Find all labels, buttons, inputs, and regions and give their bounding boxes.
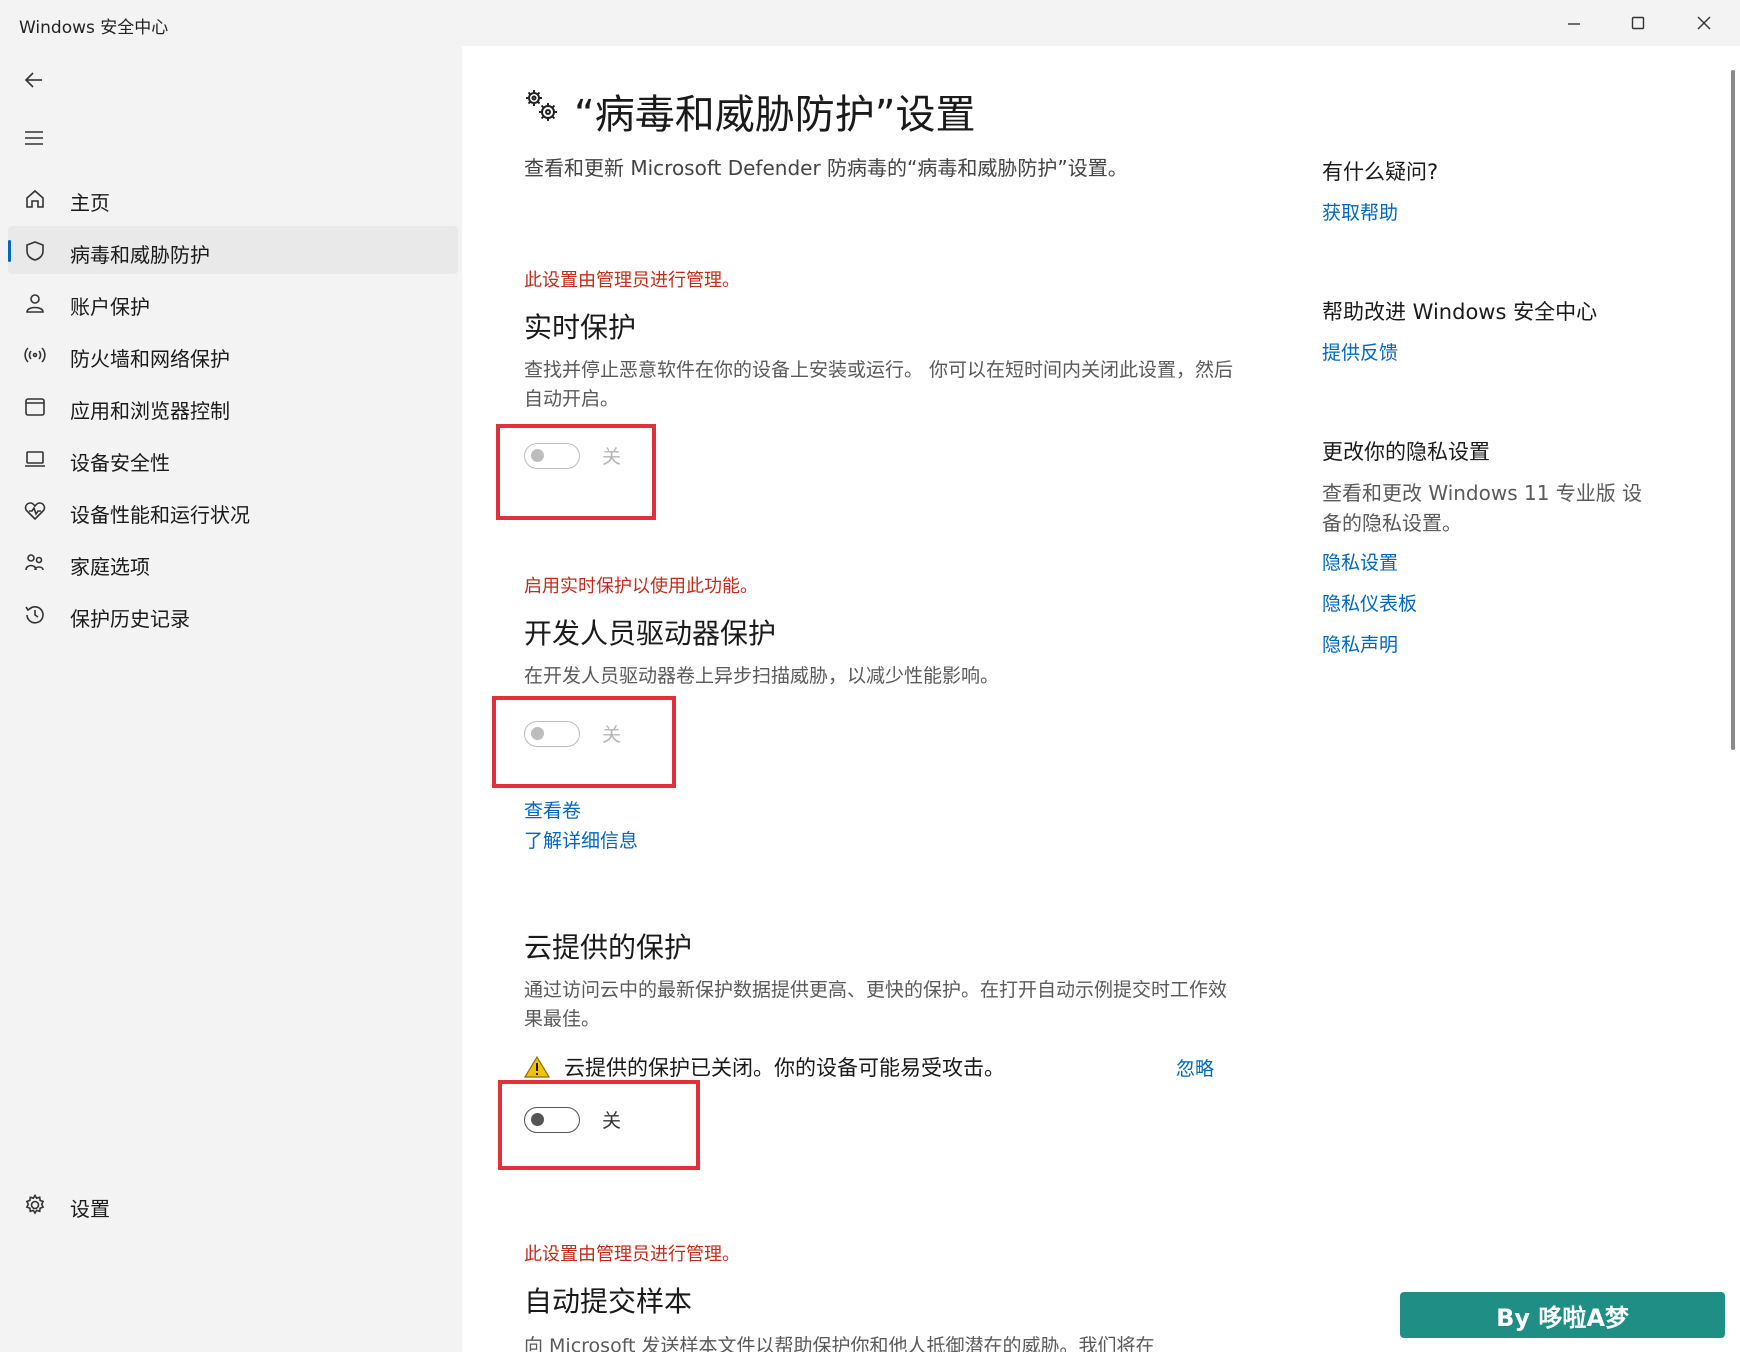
sidebar: 主页 病毒和威胁防护 账户保护 防火墙和网络保护 应用和浏览器控制 设备安全性 … bbox=[0, 46, 462, 1352]
heart-pulse-icon bbox=[22, 498, 48, 524]
view-volumes-link[interactable]: 查看卷 bbox=[524, 796, 581, 823]
section-title: 云提供的保护 bbox=[524, 931, 693, 964]
help-heading: 有什么疑问? bbox=[1322, 160, 1439, 184]
section-description: 在开发人员驱动器卷上异步扫描威胁，以减少性能影响。 bbox=[524, 665, 1000, 687]
sidebar-item-label: 应用和浏览器控制 bbox=[70, 399, 230, 423]
minimize-button[interactable] bbox=[1546, 6, 1602, 40]
sidebar-item-protection-history[interactable]: 保护历史记录 bbox=[8, 590, 458, 638]
sidebar-item-label: 主页 bbox=[70, 191, 110, 215]
shield-icon bbox=[22, 238, 48, 264]
sidebar-item-label: 设备安全性 bbox=[70, 451, 170, 475]
warning-text: 云提供的保护已关闭。你的设备可能易受攻击。 bbox=[564, 1056, 1005, 1080]
managed-note: 此设置由管理员进行管理。 bbox=[524, 270, 740, 291]
sidebar-item-label: 保护历史记录 bbox=[70, 607, 190, 631]
menu-button[interactable] bbox=[18, 122, 50, 154]
highlight-box bbox=[496, 424, 656, 520]
sample-submission-section: 此设置由管理员进行管理。 自动提交样本 向 Microsoft 发送样本文件以帮… bbox=[524, 1240, 1244, 1352]
main-content: “病毒和威胁防护”设置 查看和更新 Microsoft Defender 防病毒… bbox=[462, 46, 1740, 1352]
sidebar-item-label: 设置 bbox=[70, 1197, 110, 1221]
cloud-protection-section: 云提供的保护 通过访问云中的最新保护数据提供更高、更快的保护。在打开自动示例提交… bbox=[524, 926, 1244, 1034]
sidebar-item-label: 病毒和威胁防护 bbox=[70, 243, 210, 267]
sidebar-item-virus-protection[interactable]: 病毒和威胁防护 bbox=[8, 226, 458, 274]
section-title: 实时保护 bbox=[524, 311, 637, 344]
app-window-icon bbox=[22, 394, 48, 420]
sidebar-item-firewall[interactable]: 防火墙和网络保护 bbox=[8, 330, 458, 378]
sidebar-item-device-security[interactable]: 设备安全性 bbox=[8, 434, 458, 482]
antenna-icon bbox=[22, 342, 48, 368]
gear-icon bbox=[22, 1192, 48, 1218]
maximize-button[interactable] bbox=[1610, 6, 1666, 40]
laptop-icon bbox=[22, 446, 48, 472]
sidebar-item-account-protection[interactable]: 账户保护 bbox=[8, 278, 458, 326]
feedback-heading: 帮助改进 Windows 安全中心 bbox=[1322, 300, 1598, 324]
section-title: 自动提交样本 bbox=[524, 1285, 693, 1318]
sidebar-item-settings[interactable]: 设置 bbox=[8, 1180, 458, 1228]
minimize-icon bbox=[1568, 23, 1580, 25]
sidebar-item-device-health[interactable]: 设备性能和运行状况 bbox=[8, 486, 458, 534]
scrollbar[interactable] bbox=[1731, 70, 1735, 750]
learn-more-link[interactable]: 了解详细信息 bbox=[524, 826, 638, 853]
maximize-icon bbox=[1631, 16, 1645, 30]
realtime-protection-section: 此设置由管理员进行管理。 实时保护 查找并停止恶意软件在你的设备上安装或运行。 … bbox=[524, 266, 1244, 414]
history-icon bbox=[22, 602, 48, 628]
ignore-warning-link[interactable]: 忽略 bbox=[1176, 1054, 1214, 1081]
close-button[interactable] bbox=[1676, 6, 1732, 40]
privacy-dashboard-link[interactable]: 隐私仪表板 bbox=[1322, 589, 1682, 616]
section-description: 查找并停止恶意软件在你的设备上安装或运行。 你可以在短时间内关闭此设置，然后自动… bbox=[524, 359, 1234, 410]
sidebar-item-label: 设备性能和运行状况 bbox=[70, 503, 250, 527]
give-feedback-link[interactable]: 提供反馈 bbox=[1322, 338, 1682, 365]
section-description: 通过访问云中的最新保护数据提供更高、更快的保护。在打开自动示例提交时工作效果最佳… bbox=[524, 979, 1228, 1030]
get-help-link[interactable]: 获取帮助 bbox=[1322, 198, 1682, 225]
feedback-panel: 帮助改进 Windows 安全中心 提供反馈 bbox=[1322, 296, 1682, 365]
page-title: “病毒和威胁防护”设置 bbox=[574, 92, 976, 138]
back-button[interactable] bbox=[18, 64, 50, 96]
family-icon bbox=[22, 550, 48, 576]
sidebar-item-label: 账户保护 bbox=[70, 295, 150, 319]
home-icon bbox=[22, 186, 48, 212]
warning-triangle-icon bbox=[524, 1055, 550, 1078]
managed-note: 此设置由管理员进行管理。 bbox=[524, 1244, 740, 1265]
active-indicator bbox=[8, 240, 11, 262]
cloud-warning-alert: 云提供的保护已关闭。你的设备可能易受攻击。 bbox=[524, 1052, 1005, 1082]
close-icon bbox=[1697, 16, 1711, 30]
settings-gears-icon bbox=[526, 90, 557, 121]
dev-drive-protection-section: 启用实时保护以使用此功能。 开发人员驱动器保护 在开发人员驱动器卷上异步扫描威胁… bbox=[524, 572, 1244, 691]
sidebar-item-label: 防火墙和网络保护 bbox=[70, 347, 230, 371]
privacy-settings-link[interactable]: 隐私设置 bbox=[1322, 548, 1682, 575]
sidebar-item-family[interactable]: 家庭选项 bbox=[8, 538, 458, 586]
privacy-heading: 更改你的隐私设置 bbox=[1322, 440, 1490, 464]
help-panel: 有什么疑问? 获取帮助 bbox=[1322, 156, 1682, 225]
privacy-statement-link[interactable]: 隐私声明 bbox=[1322, 630, 1682, 657]
page-subtitle: 查看和更新 Microsoft Defender 防病毒的“病毒和威胁防护”设置… bbox=[524, 156, 1128, 180]
window-title: Windows 安全中心 bbox=[19, 18, 169, 38]
back-arrow-icon bbox=[24, 72, 42, 88]
hamburger-icon bbox=[25, 131, 43, 145]
highlight-box bbox=[498, 1080, 700, 1170]
sidebar-item-home[interactable]: 主页 bbox=[8, 174, 458, 222]
section-title: 开发人员驱动器保护 bbox=[524, 617, 777, 650]
privacy-panel: 更改你的隐私设置 查看和更改 Windows 11 专业版 设备的隐私设置。 隐… bbox=[1322, 436, 1682, 657]
watermark-badge: By 哆啦A梦 bbox=[1400, 1292, 1725, 1338]
privacy-description: 查看和更改 Windows 11 专业版 设备的隐私设置。 bbox=[1322, 481, 1643, 535]
sidebar-item-label: 家庭选项 bbox=[70, 555, 150, 579]
highlight-box bbox=[492, 696, 676, 788]
sidebar-item-app-browser[interactable]: 应用和浏览器控制 bbox=[8, 382, 458, 430]
requirement-note: 启用实时保护以使用此功能。 bbox=[524, 576, 758, 597]
title-bar: Windows 安全中心 bbox=[0, 0, 1740, 46]
person-icon bbox=[22, 290, 48, 316]
section-description: 向 Microsoft 发送样本文件以帮助保护你和他人抵御潜在的威胁。我们将在 bbox=[524, 1335, 1155, 1352]
